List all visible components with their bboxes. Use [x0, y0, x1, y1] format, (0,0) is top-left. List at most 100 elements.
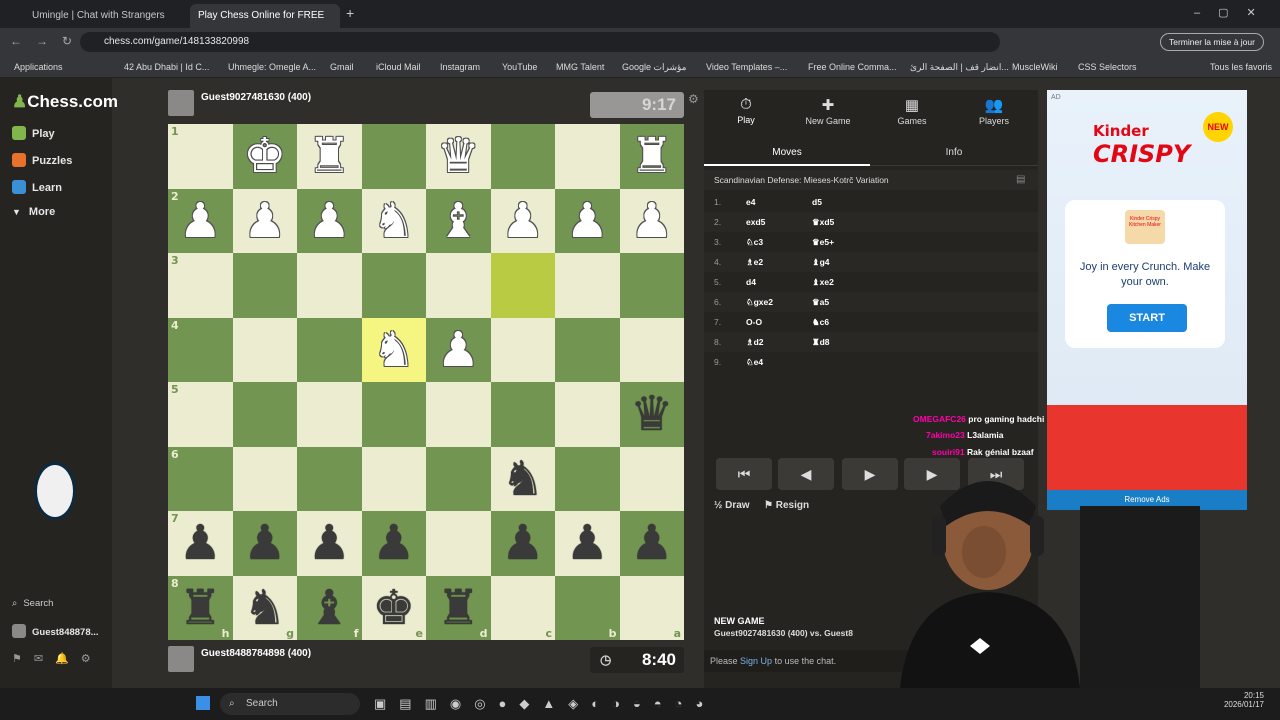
board-square[interactable] [232, 446, 297, 511]
board-square[interactable]: ♛ [619, 382, 684, 447]
board-square[interactable]: 5 [168, 382, 233, 447]
draw-button[interactable]: ½ Draw [714, 500, 750, 511]
nav-arrows-icon[interactable]: ←→↻ [10, 34, 86, 48]
sidebar-item-play[interactable]: Play [12, 126, 55, 140]
board-square[interactable] [426, 382, 491, 447]
board-square[interactable]: b [555, 575, 620, 640]
white-move[interactable]: e4 [746, 192, 755, 212]
black-pawn-piece[interactable]: ♟ [630, 519, 673, 567]
black-move[interactable]: ♛xd5 [812, 212, 834, 232]
board-square[interactable]: ♟ [555, 188, 620, 253]
white-queen-piece[interactable]: ♛ [437, 132, 480, 180]
white-move[interactable]: ♘e4 [746, 352, 763, 372]
white-bishop-piece[interactable]: ♝ [437, 197, 480, 245]
black-rook-piece[interactable]: ♜ [179, 584, 222, 632]
white-rook-piece[interactable]: ♜ [630, 132, 673, 180]
board-square[interactable]: ♟ [490, 188, 555, 253]
black-move[interactable]: ♝xe2 [812, 272, 834, 292]
board-square[interactable]: ♟ [619, 188, 684, 253]
board-square[interactable] [555, 124, 620, 189]
board-square[interactable] [361, 124, 426, 189]
board-square[interactable] [555, 253, 620, 318]
bookmark[interactable]: Gmail [330, 56, 354, 78]
board-square[interactable] [232, 253, 297, 318]
ad-start-button[interactable]: START [1107, 304, 1187, 332]
board-square[interactable] [297, 317, 362, 382]
board-square[interactable]: ♟ [490, 511, 555, 576]
board-square[interactable]: 8 h ♜ [168, 575, 233, 640]
update-button[interactable]: Terminer la mise à jour [1160, 33, 1264, 51]
board-square[interactable] [297, 446, 362, 511]
white-move[interactable]: exd5 [746, 212, 765, 232]
white-move[interactable]: ♘gxe2 [746, 292, 773, 312]
first-move-button[interactable]: ⏮ [716, 458, 772, 490]
board-square[interactable]: f ♝ [297, 575, 362, 640]
board-square[interactable] [232, 382, 297, 447]
board-square[interactable]: 7 ♟ [168, 511, 233, 576]
black-knight-piece[interactable]: ♞ [243, 584, 286, 632]
black-queen-piece[interactable]: ♛ [630, 390, 673, 438]
board-square[interactable]: ♟ [297, 188, 362, 253]
board-square[interactable]: ♟ [619, 511, 684, 576]
bookmark[interactable]: MuscleWiki [1012, 56, 1058, 78]
white-move[interactable]: ♗e2 [746, 252, 763, 272]
black-rook-piece[interactable]: ♜ [437, 584, 480, 632]
black-pawn-piece[interactable]: ♟ [308, 519, 351, 567]
window-controls[interactable]: –▢✕ [1194, 6, 1274, 19]
black-move[interactable]: ♛e5+ [812, 232, 834, 252]
board-square[interactable] [619, 446, 684, 511]
board-square[interactable] [490, 124, 555, 189]
board-square[interactable] [426, 511, 491, 576]
taskbar-search[interactable]: ⌕ Search [220, 693, 360, 715]
black-pawn-piece[interactable]: ♟ [372, 519, 415, 567]
black-pawn-piece[interactable]: ♟ [179, 519, 222, 567]
board-square[interactable]: ♟ [555, 511, 620, 576]
sidebar-item-learn[interactable]: Learn [12, 180, 62, 194]
white-move[interactable]: ♘c3 [746, 232, 763, 252]
bookmark[interactable]: Applications [14, 56, 63, 78]
book-icon[interactable]: ▤ [1016, 174, 1025, 185]
tab-new-game[interactable]: ✚ New Game [788, 96, 868, 126]
board-square[interactable] [232, 317, 297, 382]
board-square[interactable] [619, 253, 684, 318]
white-move[interactable]: d4 [746, 272, 756, 292]
black-king-piece[interactable]: ♚ [372, 584, 415, 632]
bookmark[interactable]: iCloud Mail [376, 56, 421, 78]
bookmark-all[interactable]: Tous les favoris [1210, 56, 1272, 78]
subtab-info[interactable]: Info [870, 140, 1038, 166]
url-input[interactable]: chess.com/game/148133820998 [80, 32, 1000, 52]
settings-gear-icon[interactable]: ⚙ [688, 92, 699, 106]
black-move[interactable]: ♜d8 [812, 332, 830, 352]
board-square[interactable]: ♟ [361, 511, 426, 576]
board-square[interactable]: ♟ [297, 511, 362, 576]
chess-board[interactable]: 1 ♚ ♜ ♛ ♜ 2 ♟ ♟ ♟ ♞ ♝ ♟ ♟ ♟ 3 4 ♞ ♟ 5 ♛ 6 ♞ 7 ♟ ♟ ♟ ♟ ♟ ♟ ♟ 8 h ♜ g ♞ f ♝ e ♚ d… [168, 124, 684, 640]
board-square[interactable]: ♚ [232, 124, 297, 189]
subtab-moves[interactable]: Moves [704, 140, 870, 166]
board-square[interactable]: ♞ [361, 188, 426, 253]
bookmark[interactable]: MMG Talent [556, 56, 604, 78]
sidebar-search[interactable]: ⌕ Search [12, 598, 53, 609]
board-square[interactable]: ♟ [232, 188, 297, 253]
board-square[interactable]: 1 [168, 124, 233, 189]
black-move[interactable]: ♛a5 [812, 292, 829, 312]
white-pawn-piece[interactable]: ♟ [179, 197, 222, 245]
white-move[interactable]: O-O [746, 312, 762, 332]
white-pawn-piece[interactable]: ♟ [501, 197, 544, 245]
board-square[interactable]: ♞ [361, 317, 426, 382]
black-pawn-piece[interactable]: ♟ [243, 519, 286, 567]
board-square[interactable] [555, 382, 620, 447]
board-square[interactable]: ♛ [426, 124, 491, 189]
white-pawn-piece[interactable]: ♟ [308, 197, 351, 245]
black-pawn-piece[interactable]: ♟ [566, 519, 609, 567]
board-square[interactable]: 3 [168, 253, 233, 318]
board-square[interactable]: 6 [168, 446, 233, 511]
bookmark[interactable]: Instagram [440, 56, 480, 78]
board-square[interactable]: g ♞ [232, 575, 297, 640]
new-tab-icon[interactable]: + [346, 5, 354, 21]
board-square[interactable] [361, 382, 426, 447]
tab-play[interactable]: ⏱ Play [706, 96, 786, 125]
board-square[interactable] [426, 446, 491, 511]
bookmark[interactable]: Uhmegle: Omegle A... [228, 56, 316, 78]
board-square[interactable]: ♝ [426, 188, 491, 253]
board-square[interactable]: a [619, 575, 684, 640]
